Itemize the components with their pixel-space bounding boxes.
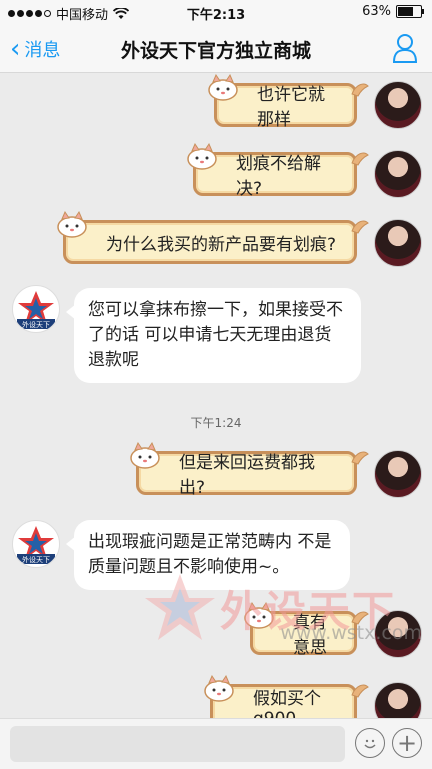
cat-sticker-icon bbox=[244, 601, 274, 629]
my-avatar[interactable] bbox=[374, 450, 422, 498]
tail-icon bbox=[351, 152, 369, 166]
shop-avatar-text: 外设天下 bbox=[22, 320, 50, 329]
status-right: 63% bbox=[362, 4, 424, 19]
tail-icon bbox=[351, 220, 369, 234]
outgoing-message[interactable]: 也许它就那样 bbox=[208, 73, 369, 130]
cat-sticker-icon bbox=[204, 674, 234, 702]
tail-icon bbox=[351, 611, 369, 625]
outgoing-message[interactable]: 划痕不给解决? bbox=[187, 142, 369, 199]
timestamp: 下午1:24 bbox=[190, 416, 242, 430]
my-avatar[interactable] bbox=[374, 219, 422, 267]
cat-sticker-icon bbox=[208, 73, 238, 101]
shop-avatar[interactable]: 外设天下 bbox=[12, 285, 60, 333]
battery-icon bbox=[396, 5, 424, 18]
outgoing-message[interactable]: 为什么我买的新产品要有划痕? bbox=[57, 210, 369, 264]
message-text: 也许它就那样 bbox=[257, 85, 325, 130]
message-text: 划痕不给解决? bbox=[236, 154, 321, 199]
incoming-message[interactable]: 您可以拿抹布擦一下，如果接受不了的话 可以申请七天无理由退货退款呢 bbox=[66, 288, 361, 383]
message-text: 但是来回运费都我出? bbox=[179, 453, 315, 498]
tail-icon bbox=[351, 83, 369, 97]
my-avatar[interactable] bbox=[374, 610, 422, 658]
more-button[interactable]: + bbox=[392, 728, 422, 758]
emoji-button[interactable] bbox=[355, 728, 385, 758]
status-bar: 中国移动 下午2:13 63% bbox=[0, 0, 432, 24]
message-input[interactable] bbox=[10, 726, 345, 762]
plus-icon: + bbox=[396, 729, 418, 757]
profile-icon[interactable] bbox=[392, 32, 418, 64]
outgoing-message[interactable]: 假如买个g900 bbox=[204, 674, 369, 719]
message-text: 您可以拿抹布擦一下，如果接受不了的话 可以申请七天无理由退货退款呢 bbox=[88, 300, 343, 370]
my-avatar[interactable] bbox=[374, 81, 422, 129]
message-text: 为什么我买的新产品要有划痕? bbox=[106, 234, 337, 255]
shop-avatar-text: 外设天下 bbox=[22, 555, 50, 564]
shop-avatar[interactable]: 外设天下 bbox=[12, 520, 60, 568]
smiley-icon bbox=[364, 739, 376, 749]
tail-icon bbox=[351, 451, 369, 465]
shop-logo-icon: 外设天下 bbox=[17, 526, 55, 564]
page-title: 外设天下官方独立商城 bbox=[120, 40, 311, 62]
incoming-message[interactable]: 出现瑕疵问题是正常范畴内 不是质量问题且不影响使用~。 bbox=[66, 520, 350, 590]
cat-sticker-icon bbox=[187, 142, 217, 170]
outgoing-message[interactable]: 真有意思 bbox=[244, 601, 369, 658]
cat-sticker-icon bbox=[57, 210, 87, 238]
message-text: 出现瑕疵问题是正常范畴内 不是质量问题且不影响使用~。 bbox=[88, 532, 332, 577]
tail-icon bbox=[351, 684, 369, 698]
nav-bar: ‹ 消息 外设天下官方独立商城 bbox=[0, 24, 432, 73]
outgoing-message[interactable]: 但是来回运费都我出? bbox=[130, 441, 369, 498]
message-text: 真有意思 bbox=[293, 613, 327, 658]
shop-logo-icon: 外设天下 bbox=[17, 291, 55, 329]
cat-sticker-icon bbox=[130, 441, 160, 469]
input-bar: + bbox=[0, 718, 432, 769]
battery-percent: 63% bbox=[362, 4, 391, 19]
message-text: 假如买个g900 bbox=[253, 688, 321, 719]
my-avatar[interactable] bbox=[374, 150, 422, 198]
chat-area[interactable]: 也许它就那样 划痕不给解决? 为什么我买的新产品要有划痕? 外设天下 您可以拿抹… bbox=[0, 73, 432, 718]
my-avatar[interactable] bbox=[374, 682, 422, 718]
